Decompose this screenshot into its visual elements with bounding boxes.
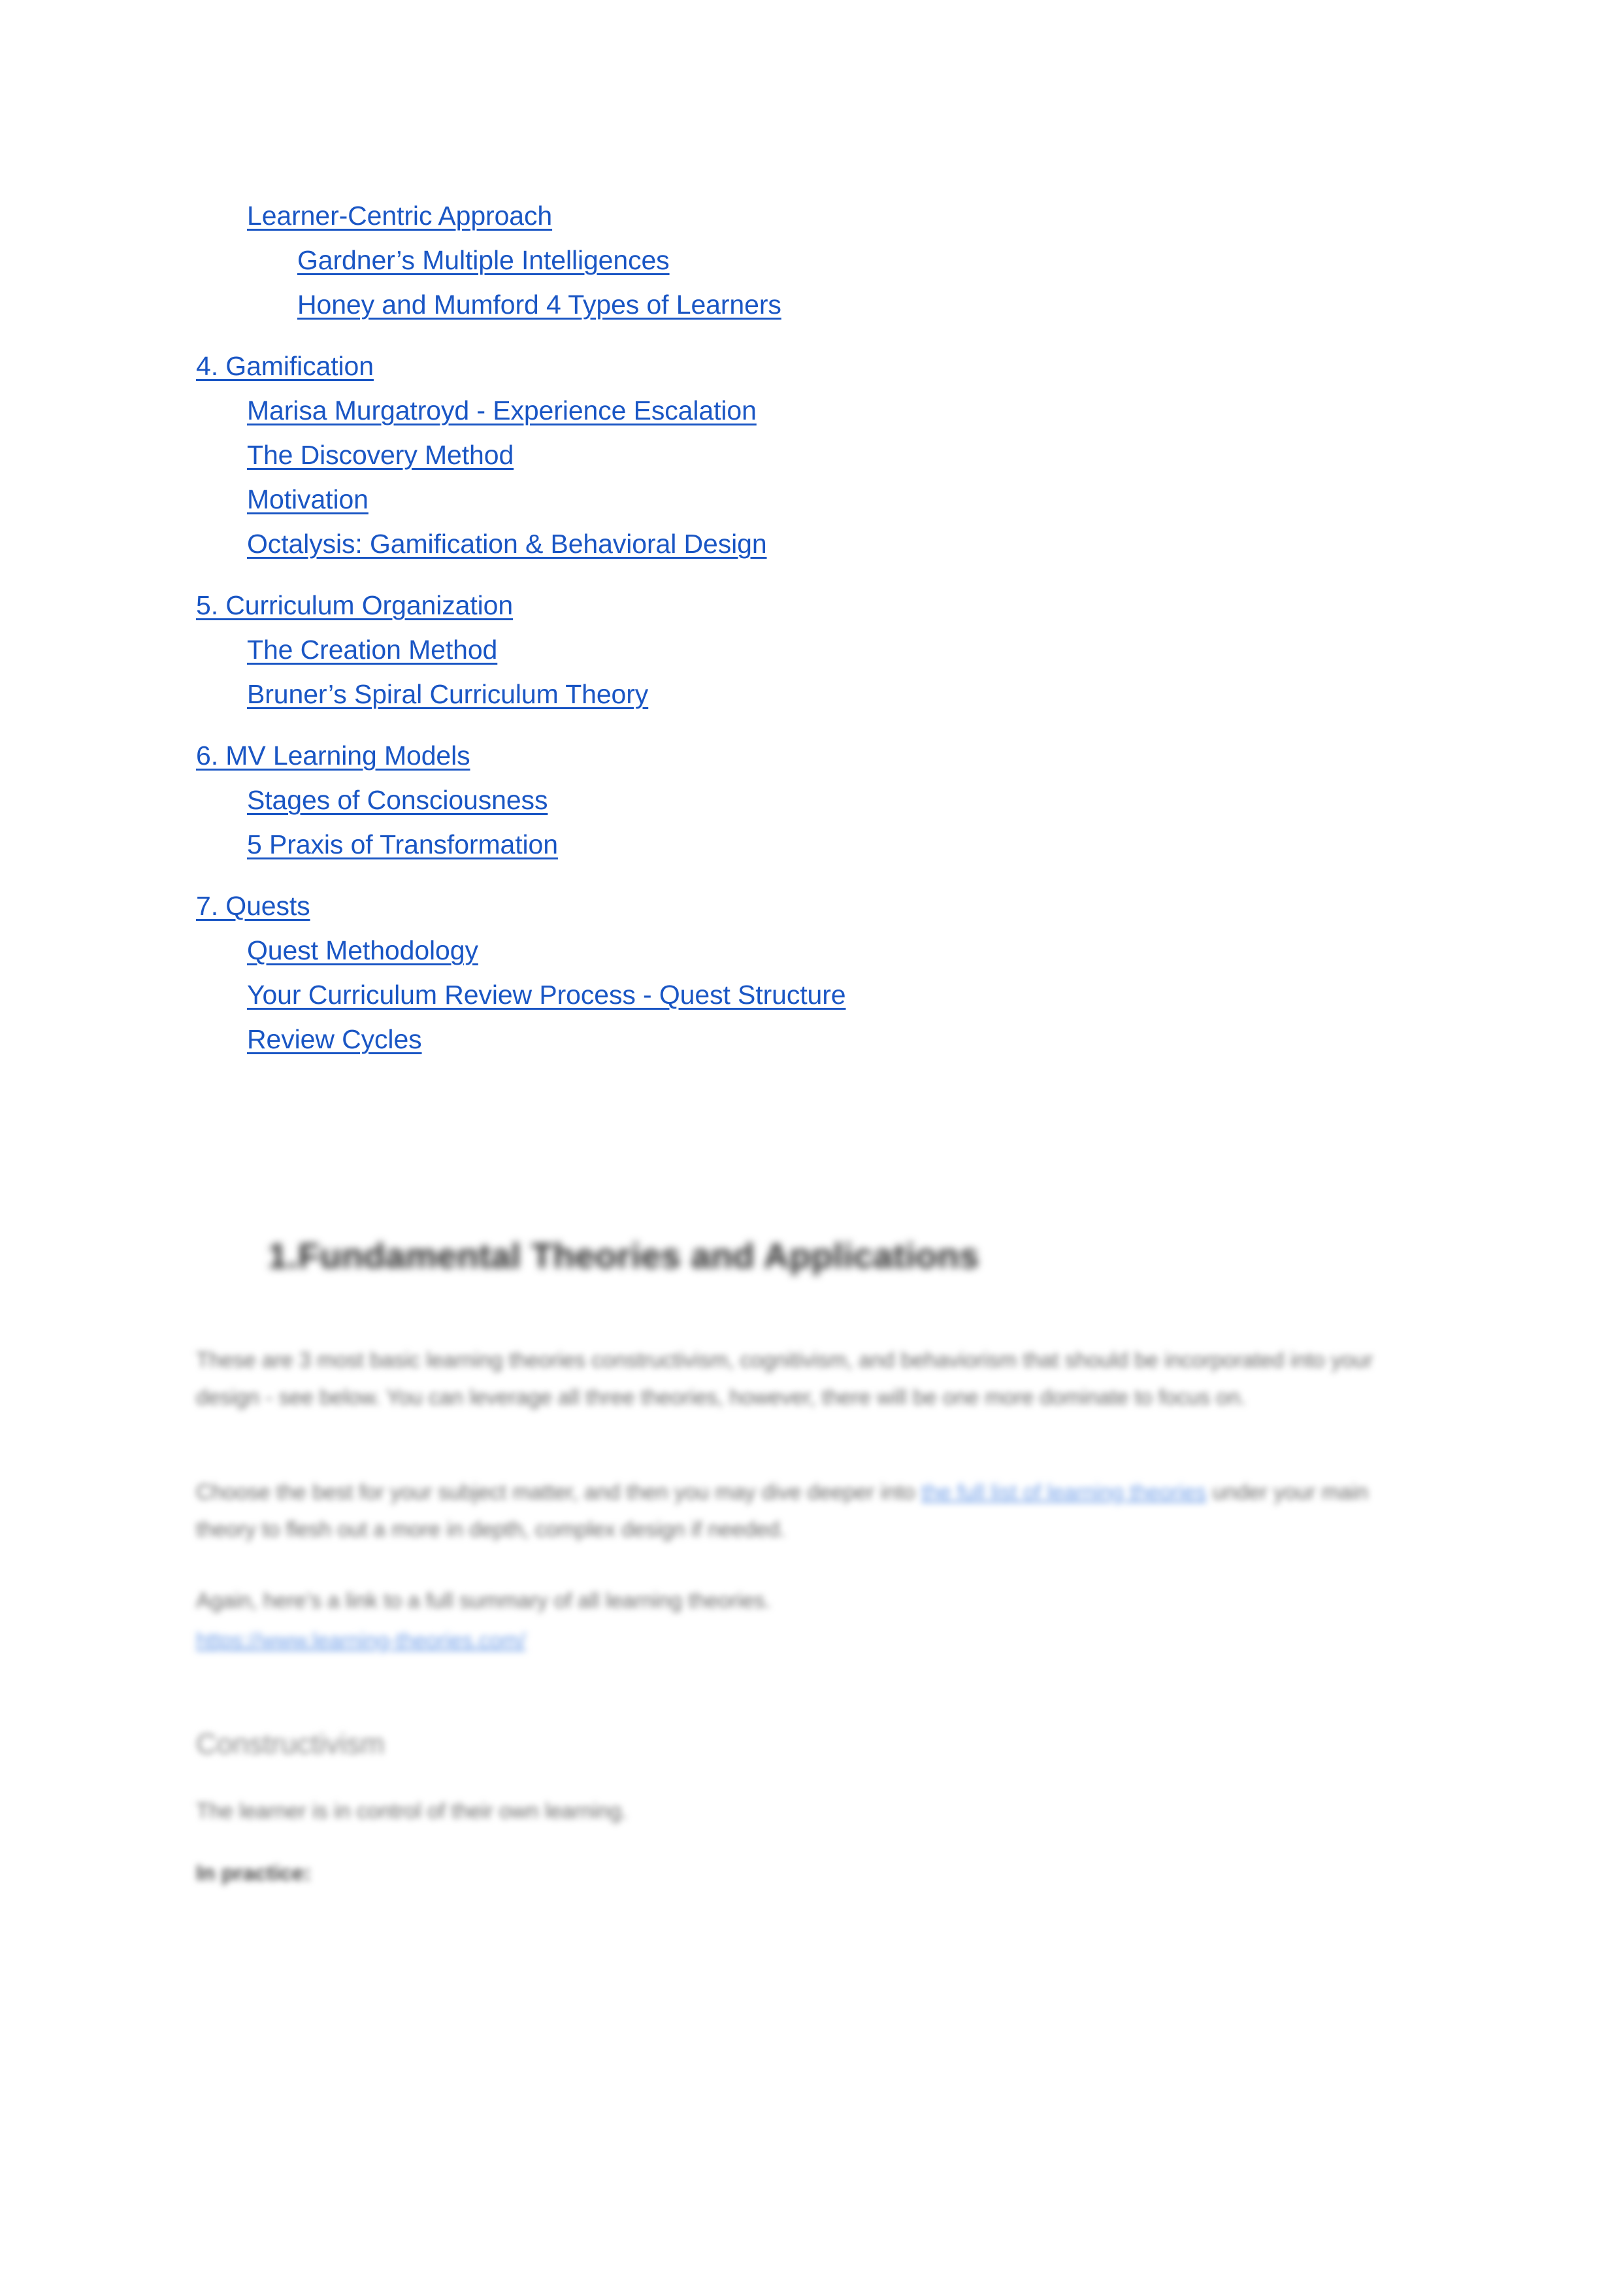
toc-row: 5 Praxis of Transformation (0, 822, 1623, 867)
toc-link-gardners-multiple-intelligences[interactable]: Gardner’s Multiple Intelligences (297, 245, 670, 275)
toc-link-marisa-murgatroyd-experience-escalation[interactable]: Marisa Murgatroyd - Experience Escalatio… (247, 395, 757, 425)
toc-row: 4. Gamification (0, 344, 1623, 388)
inline-link-learning-theories[interactable]: the full list of learning theories (921, 1480, 1207, 1504)
toc-row: Octalysis: Gamification & Behavioral Des… (0, 522, 1623, 566)
toc-link-quest-methodology[interactable]: Quest Methodology (247, 935, 478, 965)
toc-link-learner-centric-approach[interactable]: Learner-Centric Approach (247, 201, 552, 231)
toc-row: Honey and Mumford 4 Types of Learners (0, 282, 1623, 327)
toc-link-7-quests[interactable]: 7. Quests (196, 891, 310, 921)
body-paragraph-1: These are 3 most basic learning theories… (196, 1348, 1373, 1409)
toc-row: The Discovery Method (0, 433, 1623, 477)
toc-row: Motivation (0, 477, 1623, 522)
document-body: 1.Fundamental Theories and Applications … (0, 1229, 1623, 1891)
toc-link-4-gamification[interactable]: 4. Gamification (196, 351, 374, 381)
toc-group: 6. MV Learning Models Stages of Consciou… (0, 733, 1623, 867)
toc-link-6-mv-learning-models[interactable]: 6. MV Learning Models (196, 740, 470, 771)
toc-link-your-curriculum-review-process-quest-structure[interactable]: Your Curriculum Review Process - Quest S… (247, 980, 846, 1010)
toc-group: 5. Curriculum Organization The Creation … (0, 583, 1623, 716)
toc-link-bruners-spiral-curriculum-theory[interactable]: Bruner’s Spiral Curriculum Theory (247, 679, 648, 709)
toc-row: Bruner’s Spiral Curriculum Theory (0, 672, 1623, 716)
toc-link-the-creation-method[interactable]: The Creation Method (247, 635, 497, 665)
toc-row: Learner-Centric Approach (0, 193, 1623, 238)
toc-row: Quest Methodology (0, 928, 1623, 973)
toc-row: 6. MV Learning Models (0, 733, 1623, 778)
toc-link-5-curriculum-organization[interactable]: 5. Curriculum Organization (196, 590, 513, 620)
toc-group: 4. Gamification Marisa Murgatroyd - Expe… (0, 344, 1623, 566)
in-practice-label: In practice: (196, 1861, 312, 1885)
subsection-heading-constructivism: Constructivism (196, 1728, 385, 1760)
toc-link-honey-and-mumford-4-types-of-learners[interactable]: Honey and Mumford 4 Types of Learners (297, 290, 781, 320)
toc-link-motivation[interactable]: Motivation (247, 484, 369, 514)
table-of-contents: Learner-Centric Approach Gardner’s Multi… (0, 193, 1623, 1061)
toc-row: Review Cycles (0, 1017, 1623, 1061)
section-heading: 1.Fundamental Theories and Applications (268, 1237, 979, 1276)
body-bold-note: Again, here’s a link to a full summary o… (196, 1588, 771, 1612)
toc-group: Learner-Centric Approach Gardner’s Multi… (0, 193, 1623, 327)
toc-link-octalysis-gamification-behavioral-design[interactable]: Octalysis: Gamification & Behavioral Des… (247, 529, 767, 559)
paragraph-2-lead: Choose the best for your subject matter,… (196, 1480, 921, 1504)
toc-row: 5. Curriculum Organization (0, 583, 1623, 627)
toc-link-review-cycles[interactable]: Review Cycles (247, 1024, 422, 1054)
toc-link-the-discovery-method[interactable]: The Discovery Method (247, 440, 514, 470)
body-paragraph-2: Choose the best for your subject matter,… (0, 1473, 1424, 1548)
url-link-text[interactable]: https://www.learning-theories.com/ (196, 1628, 525, 1652)
toc-row: Your Curriculum Review Process - Quest S… (0, 973, 1623, 1017)
body-url-link: https://www.learning-theories.com/ (0, 1622, 1623, 1659)
toc-link-stages-of-consciousness[interactable]: Stages of Consciousness (247, 785, 548, 815)
toc-row: Gardner’s Multiple Intelligences (0, 238, 1623, 282)
toc-row: 7. Quests (0, 884, 1623, 928)
subsection-body-line: The learner is in control of their own l… (196, 1799, 628, 1823)
toc-row: Stages of Consciousness (0, 778, 1623, 822)
toc-row: The Creation Method (0, 627, 1623, 672)
toc-group: 7. Quests Quest Methodology Your Curricu… (0, 884, 1623, 1061)
toc-row: Marisa Murgatroyd - Experience Escalatio… (0, 388, 1623, 433)
toc-link-5-praxis-of-transformation[interactable]: 5 Praxis of Transformation (247, 829, 558, 859)
document-page: Learner-Centric Approach Gardner’s Multi… (0, 0, 1623, 2296)
